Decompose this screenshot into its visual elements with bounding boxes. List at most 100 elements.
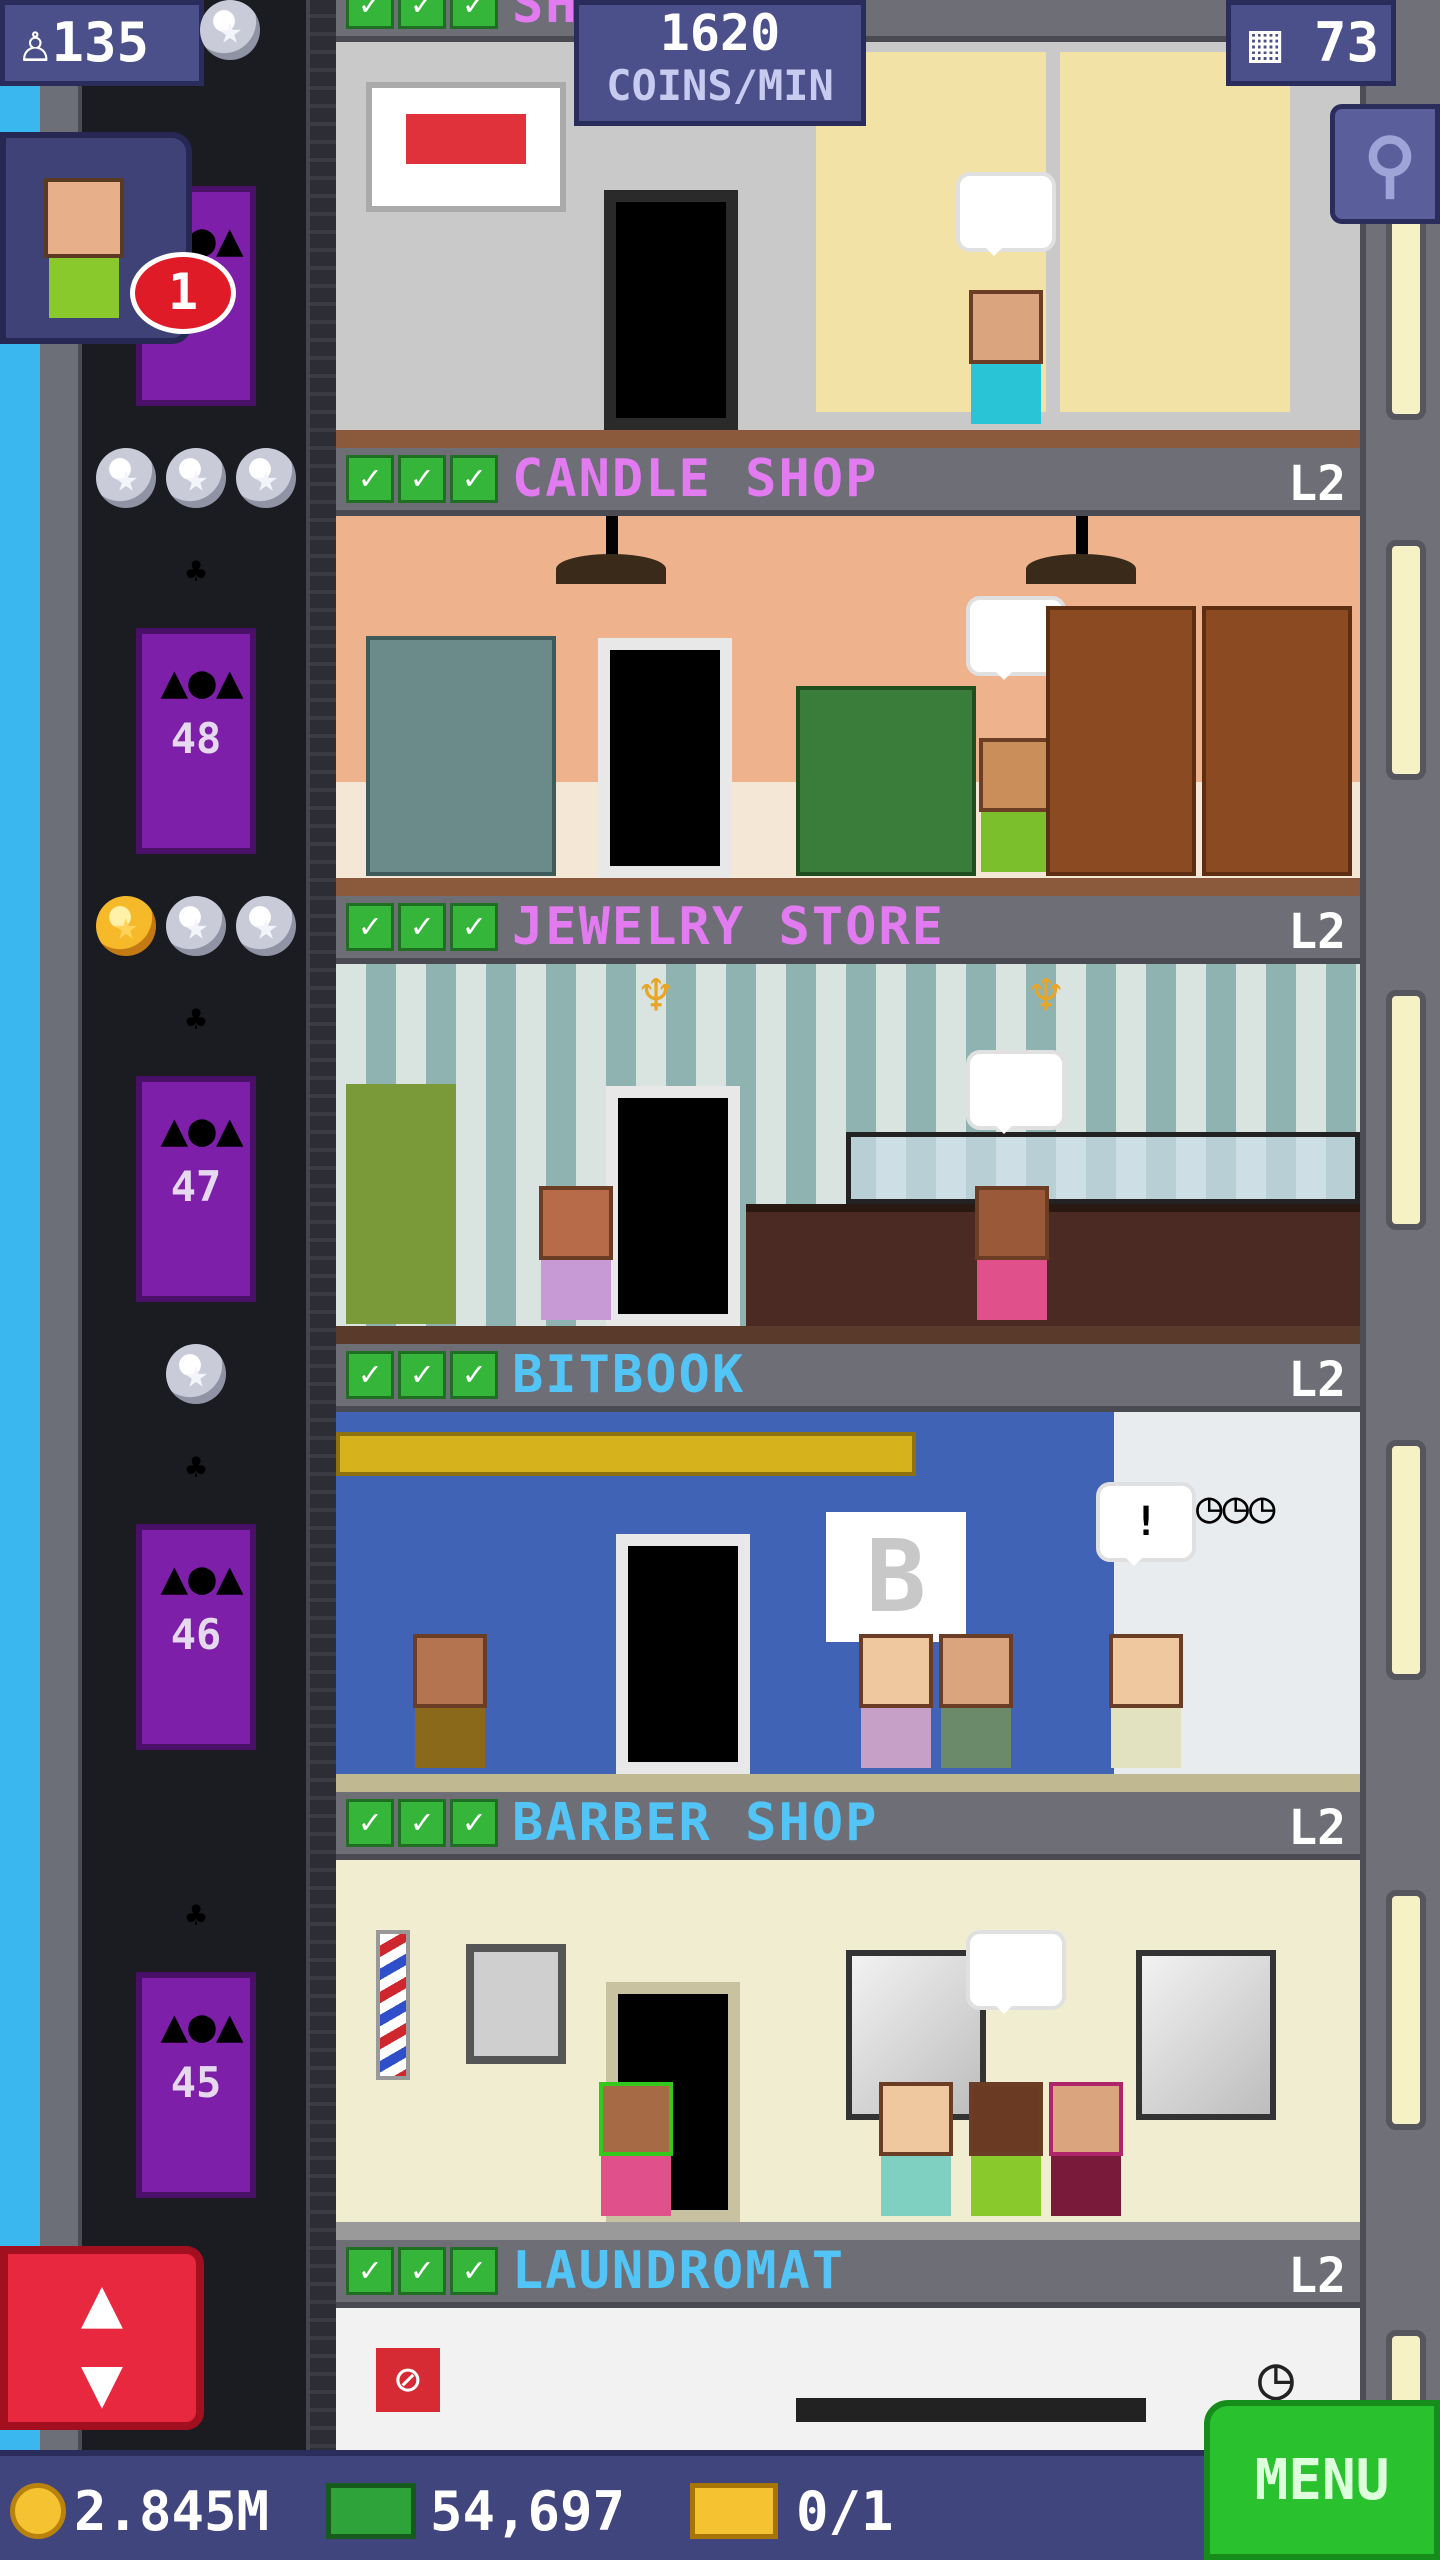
tickets-stat[interactable]: 0/1 (690, 2466, 894, 2556)
floor-bitbook[interactable]: ✓ ✓ ✓ BITBOOK L2 B ! ◷◷◷ (336, 1344, 1360, 1792)
laundry-rail (796, 2398, 1146, 2422)
customer (976, 738, 1056, 878)
chandelier-icon: ♆ (1029, 964, 1063, 1027)
elevator-button[interactable]: ▲ ▼ (0, 2246, 204, 2430)
elevator-slot[interactable]: ♣ ▲●▲ 46 (82, 1344, 306, 1792)
coin-icon (10, 2483, 66, 2539)
wall-picture (466, 1944, 566, 2064)
tickets-value: 0/1 (796, 2479, 894, 2543)
elevator-slot[interactable]: ♣ ▲●▲ 48 (82, 448, 306, 896)
bat-icon: ▲●▲ (160, 1550, 244, 1604)
candle-shelf (1046, 606, 1196, 876)
floor-stars (96, 448, 296, 516)
population-counter[interactable]: ♙135 (0, 0, 204, 86)
lamp-cord (1076, 516, 1088, 556)
wall-clocks: ◷◷◷ (1196, 1482, 1276, 1533)
floor-candle-shop[interactable]: ✓ ✓ ✓ CANDLE SHOP L2 (336, 448, 1360, 896)
elevator-slot[interactable]: ♣ ▲●▲ 47 (82, 896, 306, 1344)
pulley-icon: ♣ (185, 1000, 207, 1040)
star-icon (236, 896, 296, 956)
check-icon: ✓ (398, 2247, 446, 2295)
floor-count[interactable]: ▦ 73 (1226, 0, 1396, 86)
check-icon: ✓ (398, 903, 446, 951)
floor-base (336, 2222, 1360, 2240)
floor-name: SH (512, 0, 579, 35)
thought-bubble (966, 1930, 1066, 2014)
window (1386, 1440, 1426, 1680)
candle-rack (366, 636, 556, 876)
floor-room[interactable]: ♆ ♆ (336, 964, 1360, 1344)
customer (966, 2082, 1046, 2222)
window (1386, 540, 1426, 780)
potted-plant (346, 1084, 456, 1324)
elevator-floor-number: 47 (170, 1162, 222, 1211)
elevator-slot[interactable]: ♣ ▲●▲ 45 (82, 1792, 306, 2240)
notification-badge: 1 (130, 252, 236, 334)
stock-checks: ✓ ✓ ✓ (346, 1351, 498, 1399)
floor-name: CANDLE SHOP (512, 449, 879, 509)
check-icon: ✓ (346, 1351, 394, 1399)
floor-count-value: 73 (1314, 11, 1380, 74)
floor-stars (96, 896, 296, 964)
population-value: 135 (51, 11, 150, 74)
bux-icon (326, 2483, 416, 2539)
bat-icon: ▲●▲ (160, 1998, 244, 2052)
floor-label-bar: ✓ ✓ ✓ BITBOOK L2 (336, 1344, 1360, 1412)
thought-bubble (956, 172, 1056, 256)
elevator-car[interactable]: ▲●▲ 46 (136, 1524, 256, 1750)
elevator-car[interactable]: ▲●▲ 47 (136, 1076, 256, 1302)
pulley-icon: ♣ (185, 1448, 207, 1488)
alert-bubble[interactable]: ! (1096, 1482, 1196, 1566)
check-icon: ✓ (450, 903, 498, 951)
floor-room[interactable] (336, 516, 1360, 896)
stock-checks: ✓ ✓ ✓ (346, 903, 498, 951)
star-icon (166, 1344, 226, 1404)
check-icon: ✓ (450, 455, 498, 503)
shoe-wall-right (1060, 52, 1290, 412)
alert-mark: ! (1133, 1499, 1159, 1545)
ceiling-lamp (1026, 554, 1136, 584)
floor-jewelry-store[interactable]: ✓ ✓ ✓ JEWELRY STORE L2 ♆ ♆ (336, 896, 1360, 1344)
visitor-avatar (38, 178, 130, 328)
visitor-notification[interactable]: 1 (0, 132, 236, 344)
up-down-arrows-icon: ▲ ▼ (80, 2261, 124, 2423)
customer (1046, 2082, 1126, 2222)
green-candle-display (796, 686, 976, 876)
glass-case (846, 1132, 1360, 1204)
star-icon (166, 448, 226, 508)
coins-stat[interactable]: 2.845M (10, 2466, 269, 2556)
check-icon: ✓ (450, 0, 498, 29)
shaft-rail (306, 0, 336, 2450)
customer (972, 1186, 1052, 1326)
stock-checks: ✓ ✓ ✓ (346, 2247, 498, 2295)
search-button[interactable]: ⚲ (1330, 104, 1440, 224)
elevator-floor-number: 46 (170, 1610, 222, 1659)
elevator-car[interactable]: ▲●▲ 45 (136, 1972, 256, 2198)
barber-pole (376, 1930, 410, 2080)
check-icon: ✓ (398, 1351, 446, 1399)
bux-stat[interactable]: 54,697 (326, 2466, 625, 2556)
elevator-car[interactable]: ▲●▲ 48 (136, 628, 256, 854)
floor-level: L2 (1288, 456, 1346, 512)
shopkeeper (966, 290, 1046, 430)
check-icon: ✓ (398, 1799, 446, 1847)
floor-room[interactable] (336, 1860, 1360, 2240)
display-counter (746, 1204, 1360, 1326)
tower-edge (40, 0, 82, 2560)
floor-room[interactable]: B ! ◷◷◷ (336, 1412, 1360, 1792)
lamp-cord (606, 516, 618, 556)
window (1386, 990, 1426, 1230)
coins-value: 2.845M (74, 2479, 270, 2543)
office-worker (936, 1634, 1016, 1774)
floor-label-bar: ✓ ✓ ✓ JEWELRY STORE L2 (336, 896, 1360, 964)
customer (536, 1186, 616, 1326)
ceiling-lamp (556, 554, 666, 584)
check-icon: ✓ (450, 1351, 498, 1399)
ticket-icon (690, 2483, 778, 2539)
floor-barber-shop[interactable]: ✓ ✓ ✓ BARBER SHOP L2 (336, 1792, 1360, 2240)
floor-base (336, 1326, 1360, 1344)
gold-star-icon (96, 896, 156, 956)
customer (596, 2082, 676, 2222)
menu-button[interactable]: MENU (1204, 2400, 1440, 2560)
candle-shelf (1202, 606, 1352, 876)
